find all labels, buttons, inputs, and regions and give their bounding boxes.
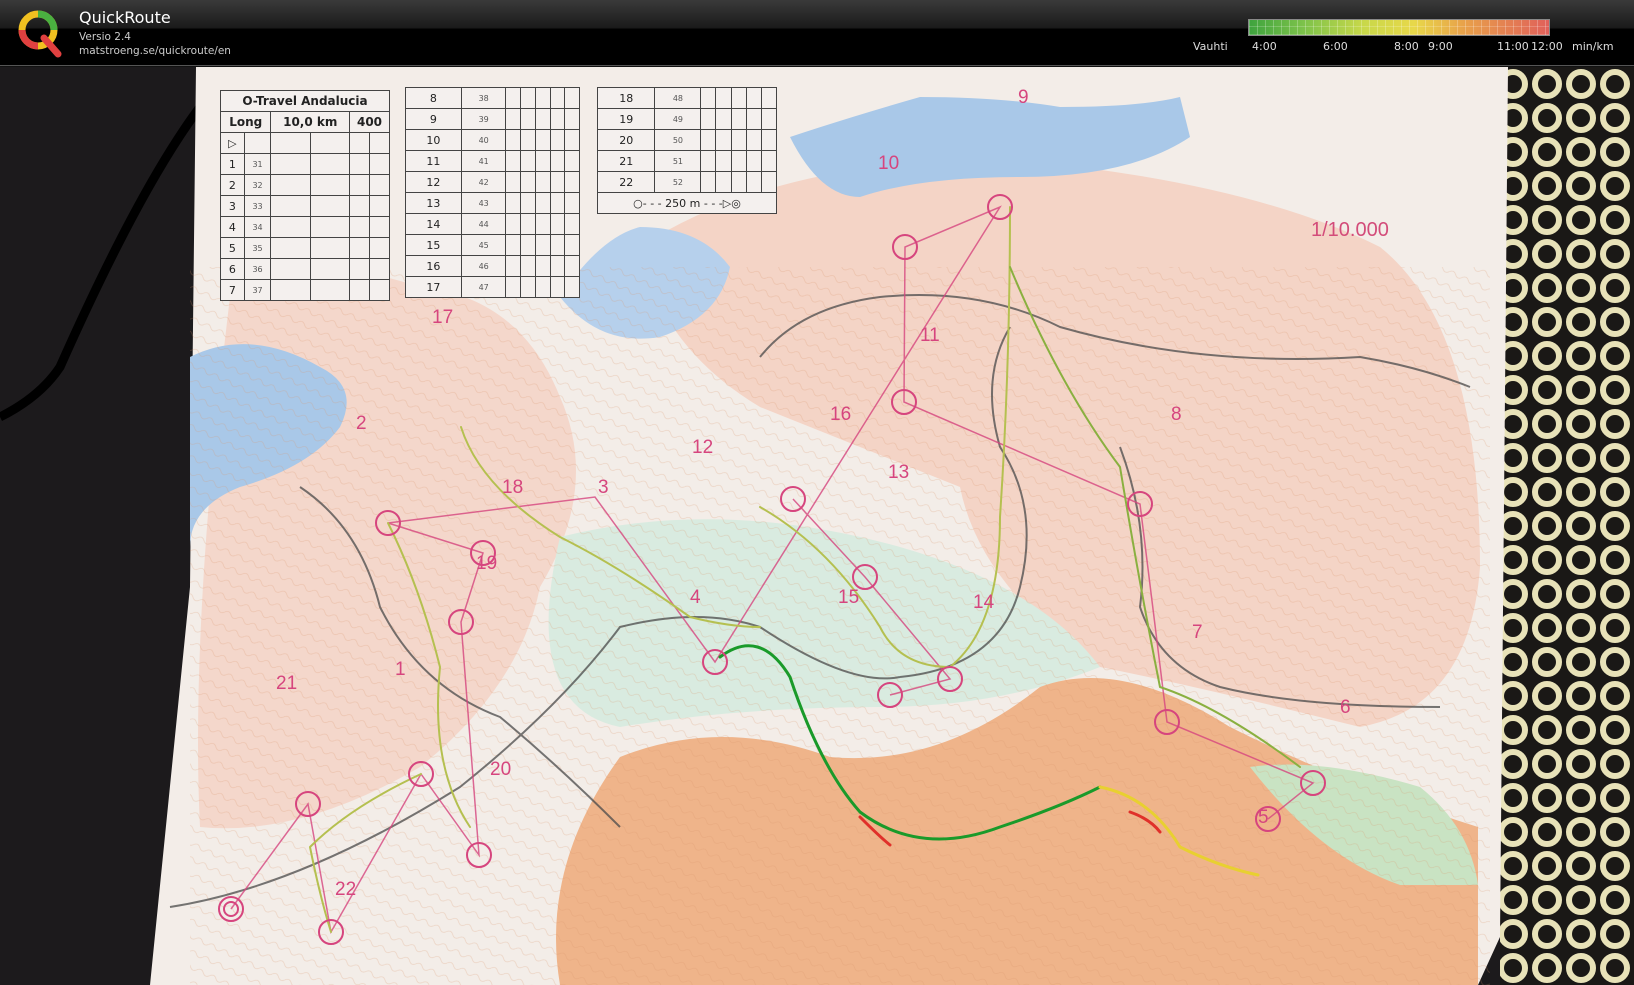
pace-tick: 6:00 [1323,40,1348,53]
table-row: 19 49 [596,108,778,130]
control-number: 19 [476,553,498,574]
control-number: 8 [1171,404,1182,425]
table-row: 1 31 [220,153,391,175]
control-number: 17 [432,307,454,328]
map-scale: 1/10.000 [1311,219,1389,241]
control-number: 18 [502,477,524,498]
table-row: 13 43 [405,192,580,214]
finish-distance-legend: ○- - - 250 m - - -▷◎ [597,192,777,214]
pace-legend-label: Vauhti [1193,40,1228,53]
quickroute-logo-icon [18,10,62,58]
control-number: 7 [1192,622,1203,643]
table-row: 17 47 [405,276,580,298]
chair-weave-background [1500,67,1634,985]
table-row: 22 52 [596,171,778,193]
table-row: 10 40 [405,129,580,151]
control-number: 22 [335,879,357,900]
control-number: 11 [920,325,940,346]
control-number: 4 [690,587,701,608]
table-row: 20 50 [596,129,778,151]
control-number: 13 [888,462,910,483]
table-row: 14 44 [405,213,580,235]
control-description-table-2: 8 38 9 39 10 40 11 41 12 42 13 43 14 44 15 45 16… [405,87,580,298]
table-row: 11 41 [405,150,580,172]
control-number: 14 [973,592,995,613]
table-row: 7 37 [220,279,391,301]
control-number: 5 [1258,807,1269,828]
table-row: 15 45 [405,234,580,256]
control-number: 21 [276,673,298,694]
table-row: 2 32 [220,174,391,196]
pace-tick: 12:00 [1531,40,1563,53]
start-icon: ▷ [220,132,245,154]
app-version: Versio 2.4 [79,31,131,43]
pace-color-scale [1248,19,1550,36]
course-distance: 10,0 km [270,111,351,133]
table-row: 21 51 [596,150,778,172]
table-row: 6 36 [220,258,391,280]
control-number: 6 [1340,697,1351,718]
table-row: 5 35 [220,237,391,259]
control-number: 15 [838,587,860,608]
control-number: 12 [692,437,714,458]
course-climb: 400 [349,111,390,133]
pace-unit: min/km [1572,40,1614,53]
pace-tick: 8:00 [1394,40,1419,53]
table-row: 9 39 [405,108,580,130]
control-number: 9 [1018,87,1029,108]
table-row: 3 33 [220,195,391,217]
control-number: 3 [598,477,609,498]
app-name: QuickRoute [79,8,171,27]
map-canvas[interactable]: O-Travel Andalucia Long 10,0 km 400 ▷ 13… [0,67,1634,985]
control-number: 1 [395,659,406,680]
event-title: O-Travel Andalucia [220,90,390,112]
app-header: QuickRoute Versio 2.4 matstroeng.se/quic… [0,0,1634,66]
control-number: 16 [830,404,852,425]
table-row: 8 38 [405,87,580,109]
control-number: 20 [490,759,512,780]
table-row: 4 34 [220,216,391,238]
table-row: 16 46 [405,255,580,277]
pace-tick: 9:00 [1428,40,1453,53]
contour-lines [190,267,1490,985]
table-row: 12 42 [405,171,580,193]
control-number: 10 [878,153,900,174]
control-number: 2 [356,413,367,434]
cable [0,104,204,422]
control-description-table-3: 18 48 19 49 20 50 21 51 22 52 ○- - - 250 m - … [596,87,778,214]
app-url-link[interactable]: matstroeng.se/quickroute/en [79,45,231,57]
control-description-table-1: O-Travel Andalucia Long 10,0 km 400 ▷ 13… [219,90,391,301]
pace-tick: 4:00 [1252,40,1277,53]
pace-tick: 11:00 [1497,40,1529,53]
table-row: 18 48 [596,87,778,109]
course-name: Long [219,111,272,133]
